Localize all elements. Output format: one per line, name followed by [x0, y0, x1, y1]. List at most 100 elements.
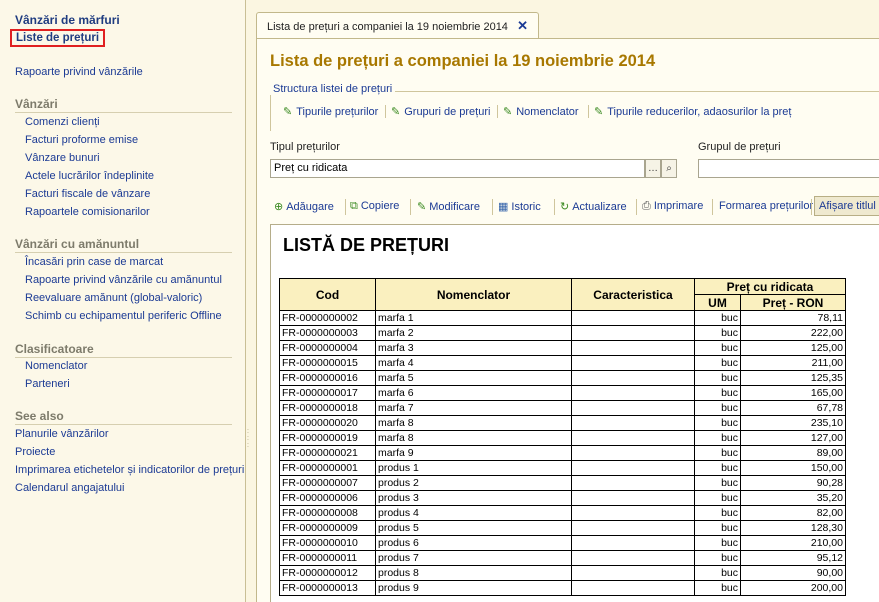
table-row[interactable]: FR-0000000021 marfa 9 buc 89,00 — [279, 445, 846, 461]
pencil-icon: ✎ — [283, 106, 293, 118]
table-row[interactable]: FR-0000000013 produs 9 buc 200,00 — [279, 580, 846, 596]
structure-group-legend: Structura listei de prețuri — [270, 83, 396, 95]
main-area: Lista de prețuri a companiei la 19 noiem… — [252, 0, 879, 602]
toolbar: ⊕ Adăugare ⧉ Copiere ✎ Modificare ▦ Istoric … — [270, 196, 879, 218]
pencil-icon: ✎ — [594, 106, 604, 118]
column-group-header-wholesale-price: Preț cu ridicata — [694, 278, 846, 295]
cell-nomenclature: marfa 6 — [375, 385, 572, 401]
cell-nomenclature: marfa 5 — [375, 370, 572, 386]
nav-item-price-lists[interactable]: Liste de prețuri — [10, 29, 106, 47]
table-row[interactable]: FR-0000000010 produs 6 buc 210,00 — [279, 535, 846, 551]
cell-code: FR-0000000002 — [279, 310, 376, 326]
cell-nomenclature: produs 9 — [375, 580, 572, 596]
nav-item-projects[interactable]: Proiecte — [15, 446, 55, 458]
cell-code: FR-0000000018 — [279, 400, 376, 416]
cell-nomenclature: produs 5 — [375, 520, 572, 536]
nav-item-retail-sales-reports[interactable]: Rapoarte privind vânzările cu amănuntul — [25, 274, 222, 286]
table-row[interactable]: FR-0000000001 produs 1 buc 150,00 — [279, 460, 846, 476]
nav-item-cash-register-receipts[interactable]: Încasări prin case de marcat — [25, 256, 163, 268]
nav-item-sales-plans[interactable]: Planurile vânzărilor — [15, 428, 109, 440]
nav-item-proforma-invoices[interactable]: Facturi proforme emise — [25, 134, 138, 146]
table-row[interactable]: FR-0000000019 marfa 8 buc 127,00 — [279, 430, 846, 446]
nav-item-sales-reports[interactable]: Rapoarte privind vânzările — [15, 66, 143, 78]
cell-characteristic — [571, 415, 695, 431]
cell-code: FR-0000000006 — [279, 490, 376, 506]
cell-nomenclature: marfa 8 — [375, 430, 572, 446]
cell-price: 222,00 — [740, 325, 846, 341]
cell-code: FR-0000000019 — [279, 430, 376, 446]
pencil-icon: ✎ — [391, 106, 401, 118]
divider — [15, 424, 232, 425]
table-row[interactable]: FR-0000000003 marfa 2 buc 222,00 — [279, 325, 846, 341]
link-discount-types[interactable]: ✎ Tipurile reducerilor, adaosurilor la pr… — [594, 105, 791, 118]
tab-label: Lista de prețuri a companiei la 19 noiem… — [267, 21, 508, 33]
nav-item-partners[interactable]: Parteneri — [25, 378, 70, 390]
table-row[interactable]: FR-0000000015 marfa 4 buc 211,00 — [279, 355, 846, 371]
cell-um: buc — [694, 445, 741, 461]
tab-price-list[interactable]: Lista de prețuri a companiei la 19 noiem… — [256, 12, 539, 39]
link-nomenclature[interactable]: ✎ Nomenclator — [503, 105, 579, 118]
nav-item-nomenclature[interactable]: Nomenclator — [25, 360, 87, 372]
divider — [15, 112, 232, 113]
nav-item-print-labels[interactable]: Imprimarea etichetelor și indicatorilor … — [15, 464, 244, 476]
cell-characteristic — [571, 460, 695, 476]
nav-item-goods-sale[interactable]: Vânzare bunuri — [25, 152, 100, 164]
cell-code: FR-0000000017 — [279, 385, 376, 401]
cell-price: 127,00 — [740, 430, 846, 446]
nav-item-fiscal-sales-invoices[interactable]: Facturi fiscale de vânzare — [25, 188, 150, 200]
table-row[interactable]: FR-0000000011 produs 7 buc 95,12 — [279, 550, 846, 566]
table-row[interactable]: FR-0000000018 marfa 7 buc 67,78 — [279, 400, 846, 416]
cell-price: 235,10 — [740, 415, 846, 431]
table-row[interactable]: FR-0000000007 produs 2 buc 90,28 — [279, 475, 846, 491]
nav-item-offline-equipment-exchange[interactable]: Schimb cu echipamentul periferic Offline — [25, 310, 222, 322]
cell-price: 210,00 — [740, 535, 846, 551]
search-icon[interactable]: ⌕ — [661, 159, 677, 178]
modify-button[interactable]: ✎ Modificare — [417, 200, 480, 213]
table-row[interactable]: FR-0000000004 marfa 3 buc 125,00 — [279, 340, 846, 356]
table-row[interactable]: FR-0000000009 produs 5 buc 128,30 — [279, 520, 846, 536]
history-button[interactable]: ▦ Istoric — [498, 200, 541, 213]
report-area[interactable]: LISTĂ DE PREȚURI Cod Nomenclator Caracte… — [270, 224, 879, 602]
print-button[interactable]: ⎙ Imprimare — [642, 200, 703, 213]
cell-um: buc — [694, 520, 741, 536]
navigation-panel: Vânzări de mărfuri Liste de prețuri Rapo… — [0, 0, 246, 602]
cell-um: buc — [694, 475, 741, 491]
cell-um: buc — [694, 400, 741, 416]
cell-code: FR-0000000016 — [279, 370, 376, 386]
divider — [492, 199, 493, 215]
table-row[interactable]: FR-0000000016 marfa 5 buc 125,35 — [279, 370, 846, 386]
cell-nomenclature: produs 4 — [375, 505, 572, 521]
report-title: LISTĂ DE PREȚURI — [283, 235, 450, 255]
table-row[interactable]: FR-0000000012 produs 8 buc 90,00 — [279, 565, 846, 581]
divider — [410, 199, 411, 215]
close-icon[interactable]: ✕ — [517, 18, 528, 34]
link-price-types[interactable]: ✎ Tipurile prețurilor — [283, 105, 378, 118]
nav-item-commission-reports[interactable]: Rapoartele comisionarilor — [25, 206, 150, 218]
nav-item-employee-calendar[interactable]: Calendarul angajatului — [15, 482, 124, 494]
nav-item-customer-orders[interactable]: Comenzi clienți — [25, 116, 100, 128]
add-button[interactable]: ⊕ Adăugare — [274, 200, 334, 213]
show-title-toggle[interactable]: Afișare titlul — [814, 196, 879, 216]
cell-nomenclature: produs 7 — [375, 550, 572, 566]
table-row[interactable]: FR-0000000008 produs 4 buc 82,00 — [279, 505, 846, 521]
table-row[interactable]: FR-0000000002 marfa 1 buc 78,11 — [279, 310, 846, 326]
cell-um: buc — [694, 310, 741, 326]
cell-um: buc — [694, 325, 741, 341]
price-type-field[interactable]: Preț cu ridicata — [270, 159, 645, 178]
copy-button[interactable]: ⧉ Copiere — [350, 200, 399, 213]
select-button[interactable]: … — [645, 159, 661, 178]
table-row[interactable]: FR-0000000017 marfa 6 buc 165,00 — [279, 385, 846, 401]
section-header-sales-goods[interactable]: Vânzări de mărfuri — [15, 13, 120, 27]
nav-item-retail-revaluation[interactable]: Reevaluare amănunt (global-valoric) — [25, 292, 202, 304]
nav-item-completed-works-acts[interactable]: Actele lucrărilor îndeplinite — [25, 170, 154, 182]
link-price-groups[interactable]: ✎ Grupuri de prețuri — [391, 105, 490, 118]
refresh-button[interactable]: ↻ Actualizare — [560, 200, 627, 213]
table-row[interactable]: FR-0000000006 produs 3 buc 35,20 — [279, 490, 846, 506]
price-formation-button[interactable]: Formarea prețurilor — [719, 200, 813, 212]
divider — [497, 105, 498, 118]
cell-nomenclature: produs 1 — [375, 460, 572, 476]
price-group-field[interactable] — [698, 159, 879, 178]
cell-code: FR-0000000007 — [279, 475, 376, 491]
table-row[interactable]: FR-0000000020 marfa 8 buc 235,10 — [279, 415, 846, 431]
cell-nomenclature: marfa 1 — [375, 310, 572, 326]
